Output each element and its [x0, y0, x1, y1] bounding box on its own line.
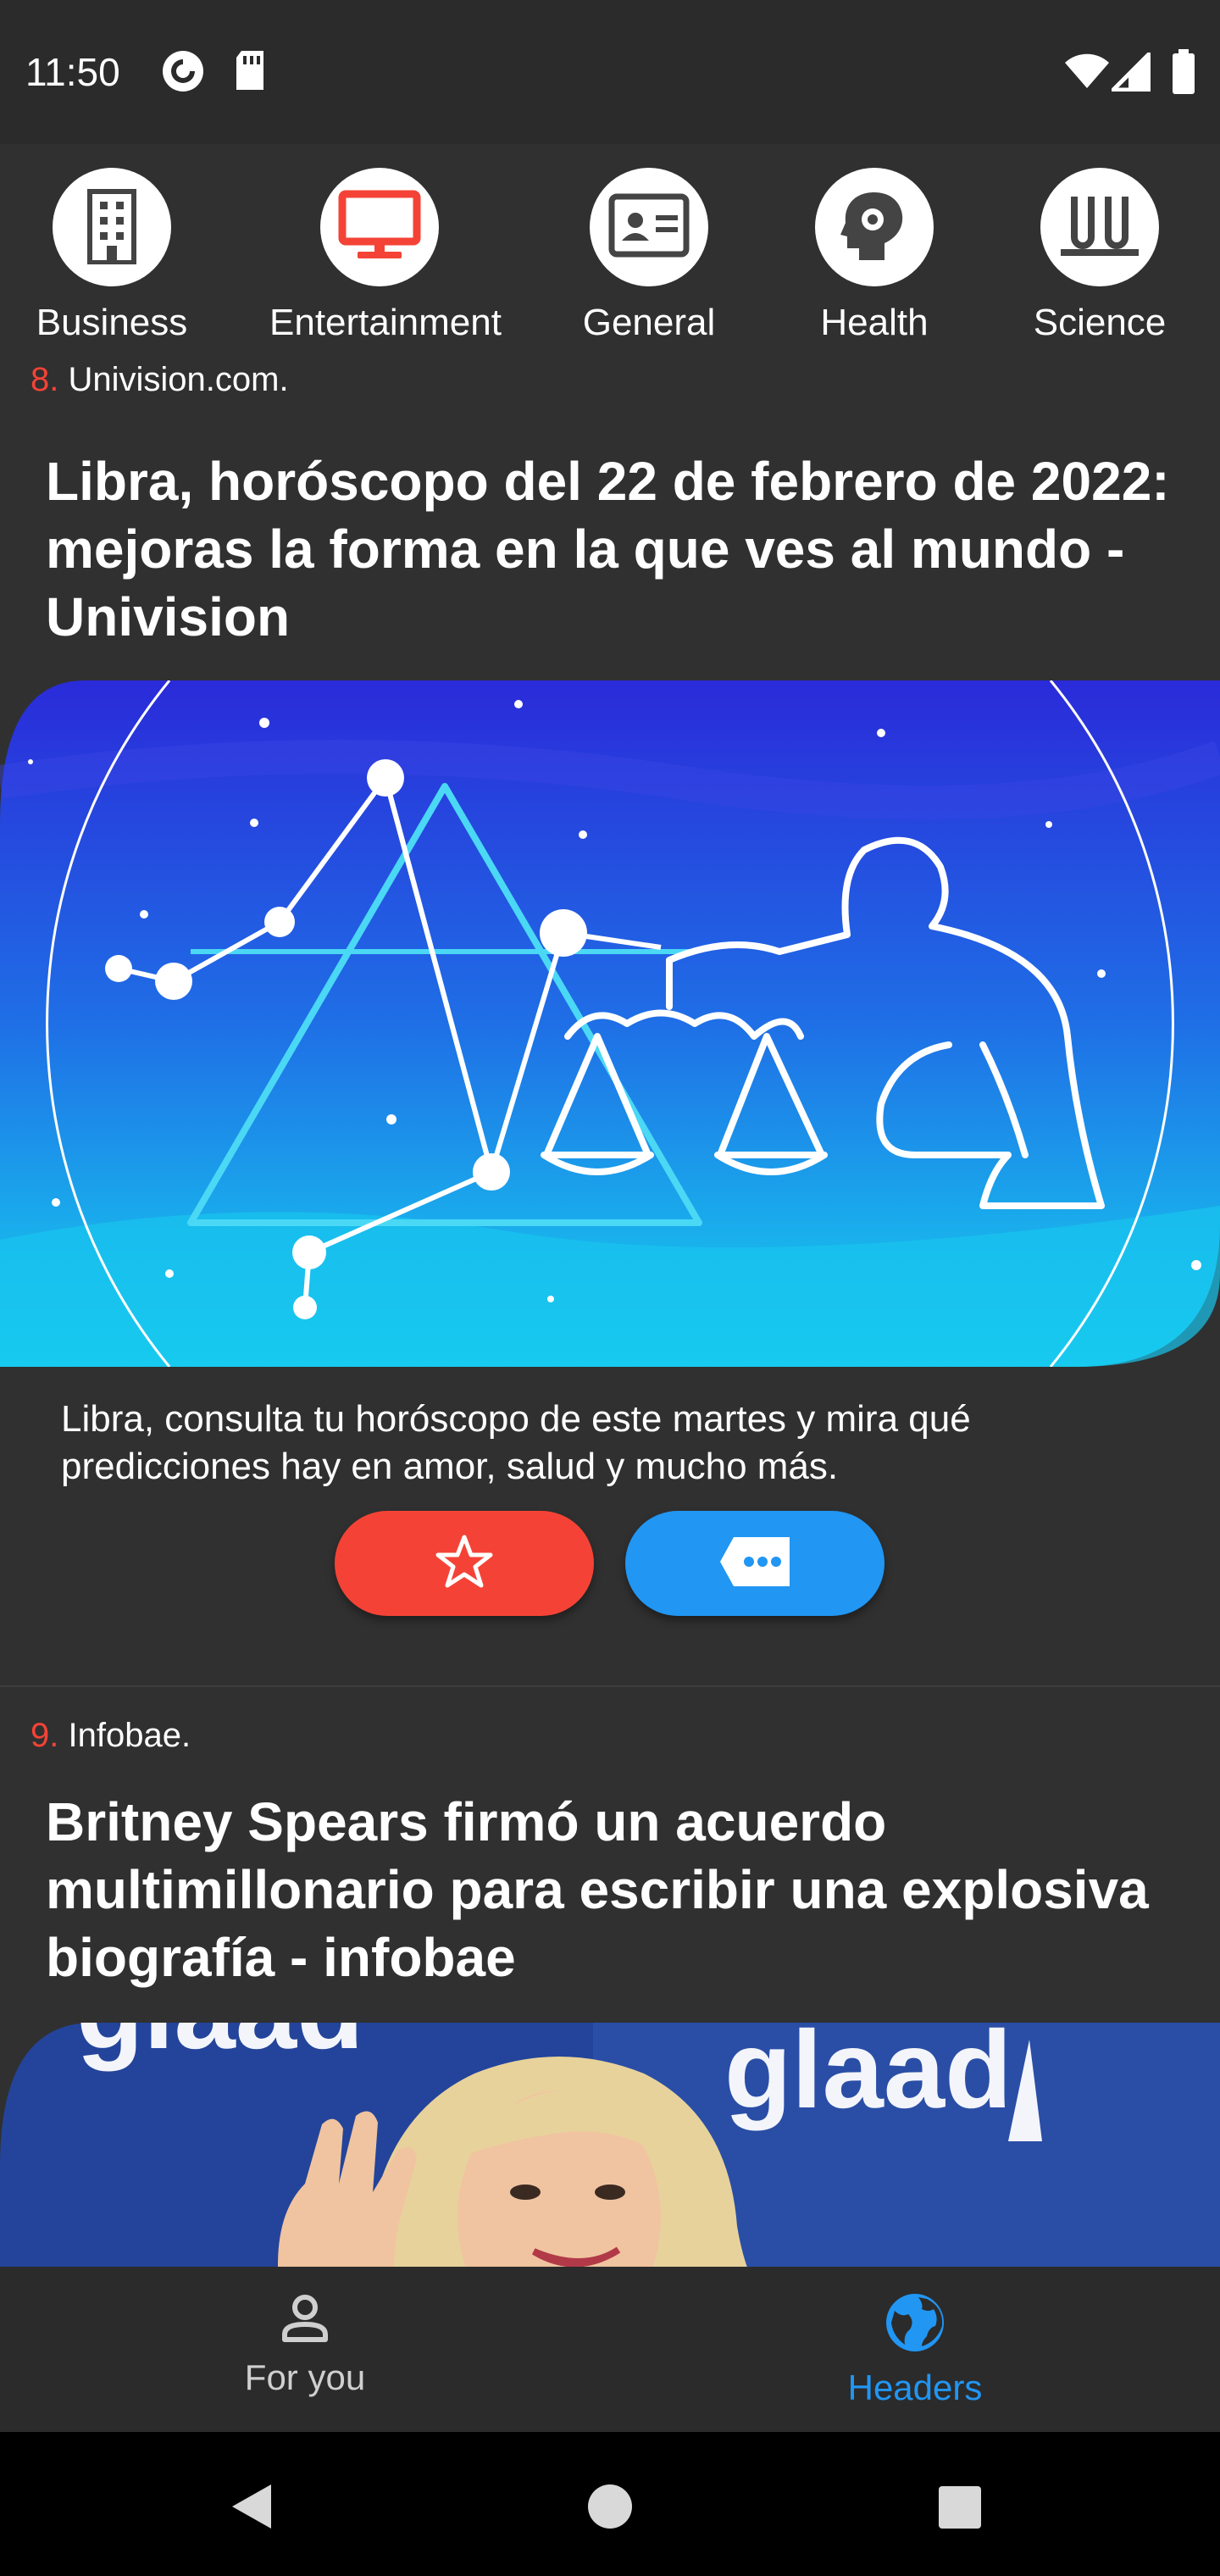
article-headline[interactable]: Britney Spears firmó un acuerdo multimil… — [46, 1788, 1173, 1991]
category-label: General — [582, 302, 716, 343]
status-time: 11:50 — [25, 50, 120, 94]
article-meta: 9. Infobae. — [30, 1717, 191, 1755]
article-description: Libra, consulta tu horóscopo de este mar… — [61, 1398, 971, 1487]
glaad-logo: glaad — [724, 2023, 1012, 2131]
star-icon — [435, 1534, 494, 1594]
test-tubes-icon — [1059, 192, 1140, 264]
category-circle — [1040, 168, 1159, 286]
category-business[interactable]: Business — [2, 168, 222, 344]
category-label: Science — [1033, 302, 1167, 343]
nav-for-you[interactable]: For you — [0, 2292, 610, 2398]
category-science[interactable]: Science — [990, 168, 1210, 344]
category-health[interactable]: Health — [764, 168, 984, 344]
category-circle — [320, 168, 439, 286]
category-label: Business — [36, 302, 188, 343]
pocket-casts-icon — [161, 49, 205, 97]
system-navigation-bar — [0, 2432, 1220, 2576]
glaad-logo: glaad — [76, 2023, 364, 2072]
article-divider — [0, 1685, 1220, 1687]
category-circle — [53, 168, 171, 286]
back-icon[interactable] — [230, 2483, 274, 2534]
nav-headers[interactable]: Headers — [610, 2292, 1220, 2408]
recents-icon[interactable] — [937, 2484, 983, 2534]
article-number: 8. — [30, 364, 59, 398]
article-source: Infobae. — [68, 1717, 191, 1754]
article-meta: 8. Univision.com. — [30, 364, 289, 399]
category-general[interactable]: General — [539, 168, 759, 344]
article-headline[interactable]: Libra, horóscopo del 22 de febrero de 20… — [46, 447, 1173, 651]
article-number: 9. — [30, 1717, 59, 1754]
category-label: Entertainment — [269, 302, 502, 343]
category-bar: Business Entertainment General Health Sc… — [0, 144, 1220, 364]
person-icon — [280, 2295, 330, 2346]
category-circle — [590, 168, 708, 286]
nav-label: For you — [244, 2357, 366, 2397]
category-entertainment[interactable]: Entertainment — [269, 168, 502, 344]
category-circle — [815, 168, 934, 286]
article-source: Univision.com. — [68, 364, 289, 398]
article-image[interactable]: glaad glaad — [0, 2023, 1220, 2267]
article-image[interactable] — [0, 680, 1220, 1368]
globe-icon — [884, 2294, 946, 2357]
comment-icon — [718, 1535, 791, 1592]
comment-button[interactable] — [625, 1511, 884, 1616]
bottom-navigation: For you Headers — [0, 2267, 1220, 2432]
home-icon[interactable] — [586, 2483, 634, 2534]
favorite-button[interactable] — [335, 1511, 594, 1616]
building-icon — [78, 186, 146, 269]
signal-icon — [1107, 48, 1151, 96]
status-bar: 11:50 — [0, 0, 1220, 144]
category-label: Health — [820, 302, 929, 343]
wifi-icon — [1063, 53, 1111, 94]
nav-label: Headers — [847, 2368, 983, 2407]
news-list[interactable]: 8. Univision.com. Libra, horóscopo del 2… — [0, 364, 1220, 2267]
head-gear-icon — [840, 189, 908, 266]
sd-card-icon — [233, 49, 267, 96]
battery-icon — [1171, 49, 1196, 99]
id-card-icon — [608, 193, 690, 262]
monitor-icon — [337, 189, 422, 266]
